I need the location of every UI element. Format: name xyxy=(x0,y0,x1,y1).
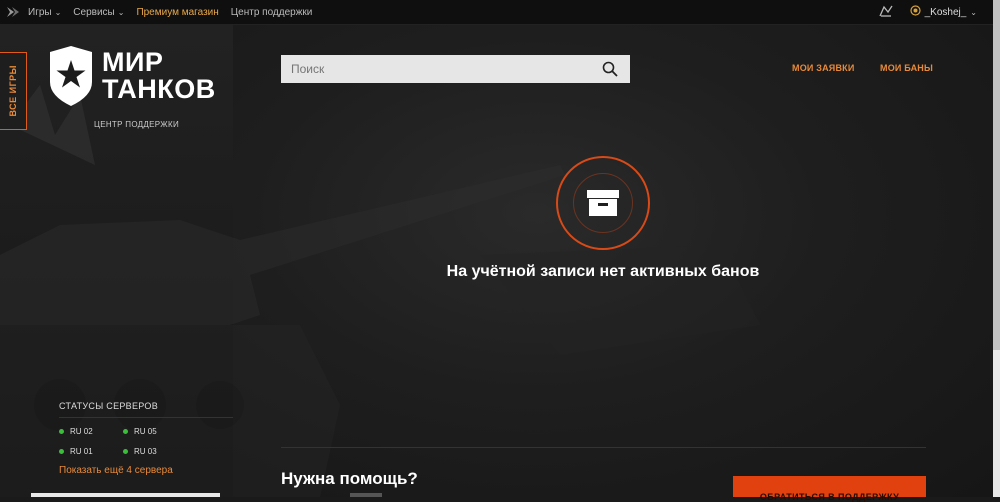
my-bans-link[interactable]: МОИ БАНЫ xyxy=(880,63,933,73)
brand-subtitle: ЦЕНТР ПОДДЕРЖКИ xyxy=(94,120,179,129)
contact-support-button[interactable]: ОБРАТИТЬСЯ В ПОДДЕРЖКУ xyxy=(733,476,926,502)
sidebar-bottom-bar xyxy=(31,493,220,497)
star-shield-icon xyxy=(50,46,92,106)
search-input[interactable] xyxy=(281,61,593,77)
server-status-item: RU 03 xyxy=(123,447,157,456)
top-nav-bar: Игры ⌄ Сервисы ⌄ Премиум магазин Центр под… xyxy=(0,0,993,25)
user-menu[interactable]: _Koshej_ ⌄ xyxy=(909,5,977,19)
brand-logo[interactable]: МИР ТАНКОВ xyxy=(48,46,216,106)
help-underline xyxy=(350,493,382,497)
server-name: RU 01 xyxy=(70,447,93,456)
empty-state-ring xyxy=(556,156,650,250)
online-status-icon xyxy=(123,429,128,434)
show-more-servers-link[interactable]: Показать ещё 4 сервера xyxy=(59,465,173,476)
online-status-icon xyxy=(59,429,64,434)
online-status-icon xyxy=(59,449,64,454)
nav-support-center-label: Центр поддержки xyxy=(230,6,313,18)
search-box xyxy=(281,55,630,83)
empty-state-message: На учётной записи нет активных банов xyxy=(446,263,760,280)
page-scrollbar[interactable] xyxy=(993,0,1000,497)
user-badge-icon xyxy=(909,5,921,19)
server-status-item: RU 05 xyxy=(123,427,157,436)
empty-state-inner-ring xyxy=(573,173,633,233)
brand-name-line2: ТАНКОВ xyxy=(102,74,216,104)
online-status-icon xyxy=(123,449,128,454)
nav-support-center[interactable]: Центр поддержки xyxy=(231,7,313,18)
server-status-title: СТАТУСЫ СЕРВЕРОВ xyxy=(59,401,159,411)
my-requests-link[interactable]: МОИ ЗАЯВКИ xyxy=(792,63,855,73)
chevron-down-icon: ⌄ xyxy=(117,7,125,17)
notifications-icon[interactable] xyxy=(878,4,894,21)
nav-services-label: Сервисы xyxy=(73,6,115,18)
main-content xyxy=(233,25,993,497)
inbox-icon xyxy=(587,190,619,216)
search-icon[interactable] xyxy=(602,61,618,77)
nav-premium-shop[interactable]: Премиум магазин xyxy=(136,7,218,18)
wargaming-logo-icon[interactable] xyxy=(6,5,20,19)
brand-name-line1: МИР xyxy=(102,47,164,77)
server-status-item: RU 01 xyxy=(59,447,93,456)
all-games-label: ВСЕ ИГРЫ xyxy=(8,65,18,117)
nav-games[interactable]: Игры ⌄ xyxy=(28,7,61,18)
server-status-divider xyxy=(59,417,233,418)
username: _Koshej_ xyxy=(924,6,967,18)
chevron-down-icon: ⌄ xyxy=(54,7,62,17)
chevron-down-icon: ⌄ xyxy=(970,7,977,17)
help-title: Нужна помощь? xyxy=(281,469,418,488)
nav-services[interactable]: Сервисы ⌄ xyxy=(73,7,124,18)
server-name: RU 03 xyxy=(134,447,157,456)
nav-premium-shop-label: Премиум магазин xyxy=(136,6,219,18)
all-games-tab[interactable]: ВСЕ ИГРЫ xyxy=(0,52,27,130)
server-status-item: RU 02 xyxy=(59,427,93,436)
scrollbar-thumb[interactable] xyxy=(993,0,1000,350)
contact-support-label: ОБРАТИТЬСЯ В ПОДДЕРЖКУ xyxy=(759,492,900,502)
server-name: RU 05 xyxy=(134,427,157,436)
nav-games-label: Игры xyxy=(28,6,52,18)
server-name: RU 02 xyxy=(70,427,93,436)
section-divider xyxy=(281,447,926,448)
